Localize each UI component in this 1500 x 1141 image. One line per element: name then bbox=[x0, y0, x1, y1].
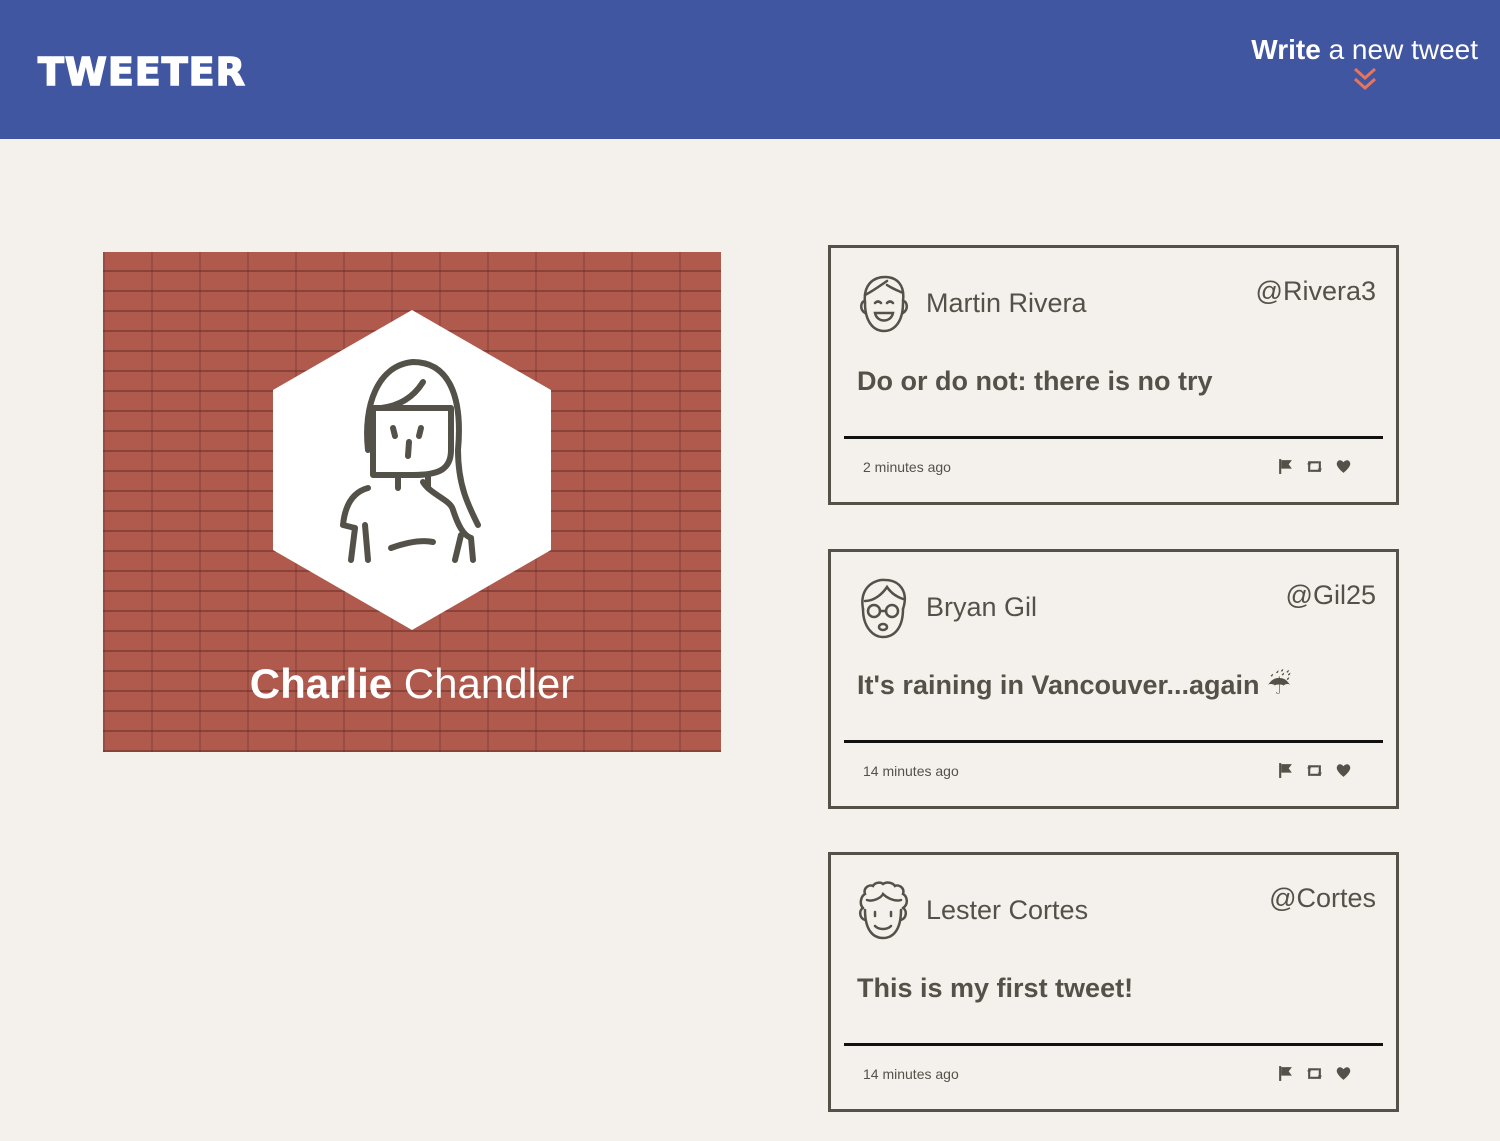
retweet-icon[interactable] bbox=[1306, 458, 1323, 475]
glasses-man-avatar-icon bbox=[861, 578, 906, 639]
heart-icon[interactable] bbox=[1335, 1065, 1352, 1082]
tweet-actions bbox=[1277, 1065, 1352, 1082]
tweet-divider bbox=[844, 436, 1383, 439]
flag-icon[interactable] bbox=[1277, 458, 1294, 475]
tweet-divider bbox=[844, 1043, 1383, 1046]
flag-icon[interactable] bbox=[1277, 762, 1294, 779]
profile-last-name: Chandler bbox=[392, 660, 575, 707]
tweet-actions bbox=[1277, 458, 1352, 475]
heart-icon[interactable] bbox=[1335, 762, 1352, 779]
tweet-timestamp: 14 minutes ago bbox=[863, 763, 959, 779]
tweet-author-name[interactable]: Martin Rivera bbox=[926, 288, 1087, 319]
retweet-icon[interactable] bbox=[1306, 1065, 1323, 1082]
tweet-divider bbox=[844, 740, 1383, 743]
compose-label-bold: Write bbox=[1251, 34, 1321, 65]
navbar: TWEETER Write a new tweet bbox=[0, 0, 1500, 139]
compose-tweet-button[interactable]: Write a new tweet bbox=[1251, 34, 1478, 92]
tweet-author-handle[interactable]: @Gil25 bbox=[1286, 580, 1376, 611]
tweet-content: This is my first tweet! bbox=[857, 973, 1134, 1003]
smiling-man-avatar-icon bbox=[860, 275, 908, 333]
retweet-icon[interactable] bbox=[1306, 762, 1323, 779]
flag-icon[interactable] bbox=[1277, 1065, 1294, 1082]
tweet-content: Do or do not: there is no try bbox=[857, 366, 1213, 396]
tweet-author-handle[interactable]: @Cortes bbox=[1269, 883, 1376, 914]
tweet-author-handle[interactable]: @Rivera3 bbox=[1256, 276, 1376, 307]
tweet-author-name[interactable]: Bryan Gil bbox=[926, 592, 1037, 623]
brand-logo[interactable]: TWEETER bbox=[37, 49, 246, 95]
tweet-timestamp: 2 minutes ago bbox=[863, 459, 951, 475]
compose-label-rest: a new tweet bbox=[1320, 34, 1478, 65]
profile-first-name: Charlie bbox=[249, 660, 393, 707]
heart-icon[interactable] bbox=[1335, 458, 1352, 475]
tweet-author-name[interactable]: Lester Cortes bbox=[926, 895, 1088, 926]
profile-card: Charlie Chandler bbox=[103, 252, 721, 752]
profile-name: Charlie Chandler bbox=[103, 660, 721, 708]
tweet-actions bbox=[1277, 762, 1352, 779]
tweet-card: Bryan Gil @Gil25 It's raining in Vancouv… bbox=[828, 549, 1399, 809]
tweet-card: Lester Cortes @Cortes This is my first t… bbox=[828, 852, 1399, 1112]
tweet-card: Martin Rivera @Rivera3 Do or do not: the… bbox=[828, 245, 1399, 505]
double-chevron-down-icon[interactable] bbox=[1351, 66, 1379, 92]
tweet-content: It's raining in Vancouver...again ☔ bbox=[857, 670, 1292, 700]
profile-avatar bbox=[273, 310, 551, 630]
compose-label: Write a new tweet bbox=[1251, 34, 1478, 66]
curly-hair-man-avatar-icon bbox=[859, 881, 908, 940]
tweet-timestamp: 14 minutes ago bbox=[863, 1066, 959, 1082]
